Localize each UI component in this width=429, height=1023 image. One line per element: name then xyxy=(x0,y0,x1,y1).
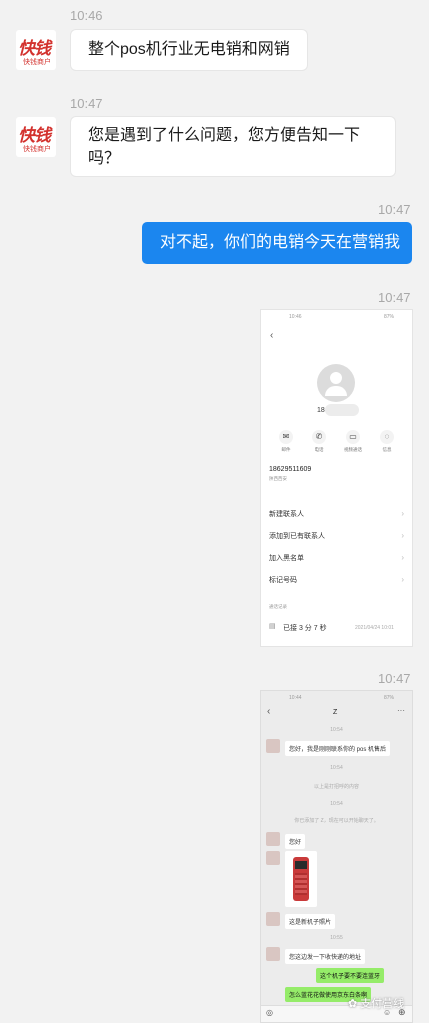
contact-number: 18 xyxy=(317,407,325,414)
my-message-bubble[interactable]: 对不起，你们的电销今天在营销我 xyxy=(142,222,412,264)
message-bubble[interactable]: 整个pos机行业无电销和网销 xyxy=(71,30,307,70)
option-add-existing[interactable]: 添加到已有联系人 › xyxy=(269,531,404,541)
battery: 87% xyxy=(384,314,395,320)
more-icon[interactable]: ··· xyxy=(397,706,405,715)
wechat-icon: ✿ xyxy=(348,998,358,1010)
call-log-entry: 已接 3 分 7 秒 xyxy=(283,625,327,632)
my-message-bubble: 这个机子要不要连蓝牙 xyxy=(316,968,385,983)
pos-photo[interactable] xyxy=(285,851,317,907)
system-message: 以上是打招呼的内容 xyxy=(313,784,359,790)
chat-time: 10:54 xyxy=(330,801,343,807)
battery: 87% xyxy=(384,695,395,701)
option-blacklist[interactable]: 加入黑名单 › xyxy=(269,553,404,563)
call-action[interactable]: ✆ 电话 xyxy=(307,430,331,453)
contact-avatar xyxy=(317,364,355,402)
contact-screenshot[interactable]: 10:46 87% ‹ 18 ✉ 邮件 ✆ 电话 ▭ 视频通话 ◌ 信息 1862951… xyxy=(260,309,413,647)
brand-sub: 快钱商户 xyxy=(23,59,51,66)
message-bubble: 您好 xyxy=(285,834,306,849)
timestamp: 10:47 xyxy=(378,290,411,305)
mail-action[interactable]: ✉ 邮件 xyxy=(274,430,298,453)
chat-time: 10:55 xyxy=(330,935,343,941)
avatar[interactable] xyxy=(266,739,280,753)
avatar[interactable] xyxy=(266,851,280,865)
chat-time: 10:54 xyxy=(330,765,343,771)
message-bubble: 您好，我是刚刚联系你的 pos 机售后 xyxy=(285,741,391,756)
status-time: 10:44 xyxy=(289,695,302,701)
avatar[interactable]: 快钱 快钱商户 xyxy=(16,30,56,70)
avatar[interactable] xyxy=(266,832,280,846)
timestamp: 10:46 xyxy=(70,8,103,23)
option-new-contact[interactable]: 新建联系人 › xyxy=(269,509,404,519)
chat-screenshot[interactable]: 10:44 87% ‹ Z ··· 10:54 您好，我是刚刚联系你的 pos … xyxy=(260,690,413,1023)
call-log-icon: ▤ xyxy=(269,623,276,630)
back-icon[interactable]: ‹ xyxy=(267,706,270,717)
voice-icon[interactable]: ◎ xyxy=(266,1008,273,1017)
avatar[interactable]: 快钱 快钱商户 xyxy=(16,117,56,157)
phone-location: 陕西西安 xyxy=(269,476,287,481)
message-bubble: 这是新机子照片 xyxy=(285,914,336,929)
call-log-time: 2021/04/24 10:01 xyxy=(355,625,394,631)
chat-time: 10:54 xyxy=(330,727,343,733)
watermark: ✿ 支付营线 xyxy=(348,998,405,1010)
phone-number: 18629511609 xyxy=(269,466,312,473)
option-mark-number[interactable]: 标记号码 › xyxy=(269,575,404,585)
number-blur xyxy=(325,404,359,416)
avatar[interactable] xyxy=(266,912,280,926)
timestamp: 10:47 xyxy=(378,671,411,686)
avatar[interactable] xyxy=(266,947,280,961)
message-bubble: 您这边发一下收快递的地址 xyxy=(285,949,366,964)
status-time: 10:46 xyxy=(289,314,302,320)
timestamp: 10:47 xyxy=(378,202,411,217)
brand-sub: 快钱商户 xyxy=(23,146,51,153)
chat-title: Z xyxy=(333,709,338,716)
call-log-title: 通话记录 xyxy=(269,604,287,609)
message-bubble[interactable]: 您是遇到了什么问题，您方便告知一下吗？ xyxy=(71,117,395,176)
back-icon[interactable]: ‹ xyxy=(270,330,273,341)
system-message: 你已添加了 Z，现在可以开始聊天了。 xyxy=(294,818,379,824)
brand-logo: 快钱 xyxy=(18,39,51,59)
video-action[interactable]: ▭ 视频通话 xyxy=(341,430,365,453)
brand-logo: 快钱 xyxy=(18,126,51,146)
timestamp: 10:47 xyxy=(70,96,103,111)
message-action[interactable]: ◌ 信息 xyxy=(375,430,399,453)
